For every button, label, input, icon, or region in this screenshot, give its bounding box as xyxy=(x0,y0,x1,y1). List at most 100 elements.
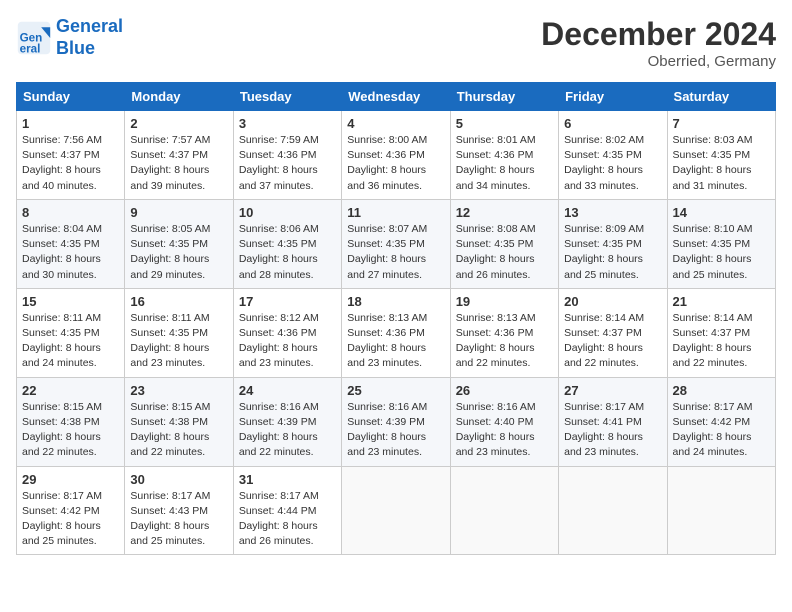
day-number: 15 xyxy=(22,294,119,309)
day-number: 3 xyxy=(239,116,336,131)
day-number: 10 xyxy=(239,205,336,220)
cell-line: Sunrise: 8:01 AM xyxy=(456,133,553,148)
day-header-friday: Friday xyxy=(559,83,667,111)
cell-line: Sunset: 4:36 PM xyxy=(239,326,336,341)
cell-line: Sunrise: 8:04 AM xyxy=(22,222,119,237)
cell-line: Sunrise: 8:15 AM xyxy=(22,400,119,415)
cell-line: Daylight: 8 hours xyxy=(239,430,336,445)
cell-line: Daylight: 8 hours xyxy=(22,519,119,534)
cell-line: Daylight: 8 hours xyxy=(22,430,119,445)
cell-line: Sunrise: 8:09 AM xyxy=(564,222,661,237)
day-number: 2 xyxy=(130,116,227,131)
cell-line: Daylight: 8 hours xyxy=(673,430,770,445)
cell-content: Sunrise: 8:14 AMSunset: 4:37 PMDaylight:… xyxy=(673,311,770,372)
calendar-cell: 1Sunrise: 7:56 AMSunset: 4:37 PMDaylight… xyxy=(17,111,125,200)
cell-content: Sunrise: 8:04 AMSunset: 4:35 PMDaylight:… xyxy=(22,222,119,283)
cell-content: Sunrise: 8:13 AMSunset: 4:36 PMDaylight:… xyxy=(347,311,444,372)
cell-line: Daylight: 8 hours xyxy=(239,341,336,356)
cell-line: Sunset: 4:36 PM xyxy=(239,148,336,163)
cell-line: Sunset: 4:35 PM xyxy=(130,326,227,341)
cell-line: Sunrise: 8:13 AM xyxy=(347,311,444,326)
cell-line: Sunset: 4:35 PM xyxy=(673,237,770,252)
day-number: 21 xyxy=(673,294,770,309)
calendar-cell: 31Sunrise: 8:17 AMSunset: 4:44 PMDayligh… xyxy=(233,466,341,555)
cell-line: Sunset: 4:39 PM xyxy=(239,415,336,430)
calendar-cell: 4Sunrise: 8:00 AMSunset: 4:36 PMDaylight… xyxy=(342,111,450,200)
day-number: 25 xyxy=(347,383,444,398)
cell-line: Sunrise: 8:15 AM xyxy=(130,400,227,415)
cell-line: Daylight: 8 hours xyxy=(564,341,661,356)
cell-line: Daylight: 8 hours xyxy=(130,252,227,267)
day-number: 11 xyxy=(347,205,444,220)
calendar-cell xyxy=(342,466,450,555)
cell-line: and 22 minutes. xyxy=(130,445,227,460)
day-number: 19 xyxy=(456,294,553,309)
cell-line: Sunrise: 8:07 AM xyxy=(347,222,444,237)
cell-line: Sunset: 4:35 PM xyxy=(564,148,661,163)
calendar-cell: 5Sunrise: 8:01 AMSunset: 4:36 PMDaylight… xyxy=(450,111,558,200)
calendar-cell xyxy=(667,466,775,555)
calendar-cell: 11 Sunrise: 8:07 AMSunset: 4:35 PMDayligh… xyxy=(342,199,450,288)
calendar-cell: 21 Sunrise: 8:14 AMSunset: 4:37 PMDayligh… xyxy=(667,288,775,377)
cell-line: and 33 minutes. xyxy=(564,179,661,194)
calendar-cell: 12Sunrise: 8:08 AMSunset: 4:35 PMDayligh… xyxy=(450,199,558,288)
logo: Gen eral General Blue xyxy=(16,16,123,59)
cell-line: Daylight: 8 hours xyxy=(239,519,336,534)
calendar-cell: 15 Sunrise: 8:11 AMSunset: 4:35 PMDayligh… xyxy=(17,288,125,377)
cell-line: Sunset: 4:37 PM xyxy=(564,326,661,341)
cell-line: Sunset: 4:35 PM xyxy=(347,237,444,252)
cell-line: Daylight: 8 hours xyxy=(564,163,661,178)
calendar-cell: 8 Sunrise: 8:04 AMSunset: 4:35 PMDaylight… xyxy=(17,199,125,288)
calendar-cell: 19Sunrise: 8:13 AMSunset: 4:36 PMDayligh… xyxy=(450,288,558,377)
page-header: Gen eral General Blue December 2024 Ober… xyxy=(16,16,776,70)
calendar-cell: 24Sunrise: 8:16 AMSunset: 4:39 PMDayligh… xyxy=(233,377,341,466)
cell-line: and 28 minutes. xyxy=(239,268,336,283)
cell-line: Sunset: 4:38 PM xyxy=(130,415,227,430)
cell-line: Daylight: 8 hours xyxy=(239,163,336,178)
cell-line: Sunrise: 8:10 AM xyxy=(673,222,770,237)
cell-line: Sunrise: 8:17 AM xyxy=(673,400,770,415)
day-number: 17 xyxy=(239,294,336,309)
calendar-title: December 2024 xyxy=(541,16,776,53)
cell-line: and 30 minutes. xyxy=(22,268,119,283)
calendar-cell: 18 Sunrise: 8:13 AMSunset: 4:36 PMDayligh… xyxy=(342,288,450,377)
cell-line: and 23 minutes. xyxy=(347,356,444,371)
day-number: 8 xyxy=(22,205,119,220)
week-row-2: 8Sunrise: 8:04 AMSunset: 4:35 PMDaylight… xyxy=(17,199,776,288)
cell-line: Daylight: 8 hours xyxy=(347,341,444,356)
cell-line: Sunrise: 8:11 AM xyxy=(22,311,119,326)
cell-line: and 37 minutes. xyxy=(239,179,336,194)
logo-text: General Blue xyxy=(56,16,123,59)
cell-content: Sunrise: 7:57 AMSunset: 4:37 PMDaylight:… xyxy=(130,133,227,194)
calendar-cell xyxy=(450,466,558,555)
cell-line: Sunset: 4:42 PM xyxy=(22,504,119,519)
cell-content: Sunrise: 8:16 AMSunset: 4:40 PMDaylight:… xyxy=(456,400,553,461)
cell-content: Sunrise: 8:01 AMSunset: 4:36 PMDaylight:… xyxy=(456,133,553,194)
day-number: 7 xyxy=(673,116,770,131)
cell-line: and 22 minutes. xyxy=(564,356,661,371)
cell-line: Sunrise: 8:16 AM xyxy=(239,400,336,415)
calendar-cell: 13Sunrise: 8:09 AMSunset: 4:35 PMDayligh… xyxy=(559,199,667,288)
day-number: 18 xyxy=(347,294,444,309)
cell-line: and 25 minutes. xyxy=(130,534,227,549)
cell-content: Sunrise: 8:08 AMSunset: 4:35 PMDaylight:… xyxy=(456,222,553,283)
cell-line: and 24 minutes. xyxy=(673,445,770,460)
week-row-1: 1Sunrise: 7:56 AMSunset: 4:37 PMDaylight… xyxy=(17,111,776,200)
cell-content: Sunrise: 8:11 AMSunset: 4:35 PMDaylight:… xyxy=(22,311,119,372)
cell-line: Daylight: 8 hours xyxy=(347,252,444,267)
cell-line: Sunrise: 8:14 AM xyxy=(673,311,770,326)
day-number: 22 xyxy=(22,383,119,398)
cell-line: and 27 minutes. xyxy=(347,268,444,283)
day-number: 20 xyxy=(564,294,661,309)
cell-line: Sunset: 4:36 PM xyxy=(456,148,553,163)
cell-line: Daylight: 8 hours xyxy=(673,163,770,178)
day-number: 30 xyxy=(130,472,227,487)
calendar-cell: 26Sunrise: 8:16 AMSunset: 4:40 PMDayligh… xyxy=(450,377,558,466)
cell-content: Sunrise: 8:15 AMSunset: 4:38 PMDaylight:… xyxy=(130,400,227,461)
cell-content: Sunrise: 8:15 AMSunset: 4:38 PMDaylight:… xyxy=(22,400,119,461)
calendar-cell: 22 Sunrise: 8:15 AMSunset: 4:38 PMDayligh… xyxy=(17,377,125,466)
cell-line: Sunrise: 8:14 AM xyxy=(564,311,661,326)
cell-line: Sunrise: 8:12 AM xyxy=(239,311,336,326)
cell-line: and 22 minutes. xyxy=(239,445,336,460)
calendar-cell: 2 Sunrise: 7:57 AMSunset: 4:37 PMDaylight… xyxy=(125,111,233,200)
